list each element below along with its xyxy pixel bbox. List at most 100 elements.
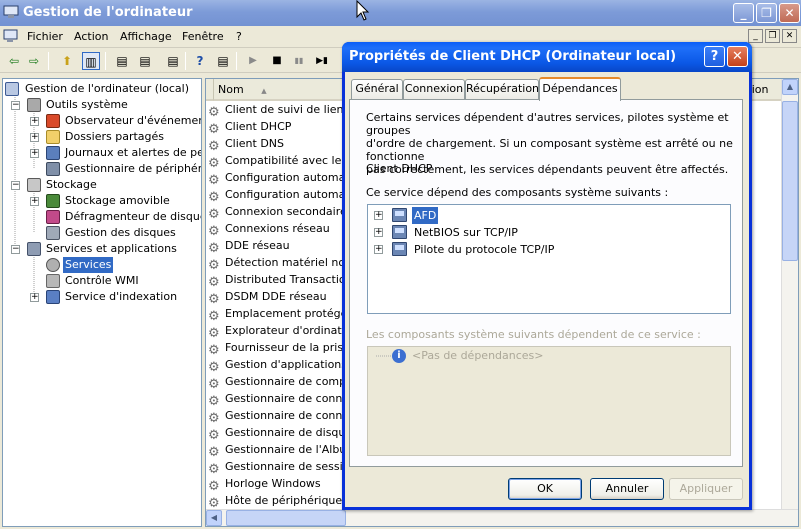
dependency-item[interactable]: + Pilote du protocole TCP/IP (374, 241, 714, 258)
restore-button[interactable]: ❐ (756, 3, 777, 23)
minimize-button[interactable]: _ (733, 3, 754, 23)
window-title: Gestion de l'ordinateur (23, 5, 193, 20)
show-tree-icon[interactable]: ▥ (82, 52, 100, 70)
service-row[interactable]: ⚙ Client de suivi de lien dis (208, 101, 363, 120)
service-row[interactable]: ⚙ Client DHCP (208, 118, 292, 137)
service-row[interactable]: ⚙ Hôte de périphérique un (208, 492, 360, 511)
service-name: Hôte de périphérique un (225, 494, 360, 507)
menu-fichier[interactable]: Fichier (27, 30, 63, 43)
menu-help[interactable]: ? (236, 30, 242, 43)
expand-icon[interactable]: + (30, 197, 39, 206)
refresh-icon[interactable]: ▤ (164, 52, 182, 70)
expand-icon[interactable]: + (30, 133, 39, 142)
expand-icon[interactable]: + (30, 117, 39, 126)
dialog-help-button[interactable]: ? (704, 46, 725, 67)
expand-icon[interactable]: + (374, 228, 383, 237)
collapse-icon[interactable]: − (11, 181, 20, 190)
expand-icon[interactable]: + (30, 149, 39, 158)
scroll-thumb[interactable] (782, 101, 798, 261)
storage-icon (27, 178, 41, 192)
service-row[interactable]: ⚙ DSDM DDE réseau (208, 288, 327, 307)
no-dependencies-text: <Pas de dépendances> (412, 349, 544, 362)
help-icon[interactable]: ? (191, 52, 209, 70)
stop-service-icon[interactable]: ■ (268, 52, 286, 70)
service-row[interactable]: ⚙ Client DNS (208, 135, 284, 154)
service-name: Connexion secondaire (225, 205, 347, 218)
services-icon (46, 258, 60, 272)
computer-icon (5, 82, 19, 96)
service-row[interactable]: ⚙ Connexions réseau (208, 220, 330, 239)
up-folder-icon[interactable]: ⬆ (58, 52, 76, 70)
service-row[interactable]: ⚙ Configuration automatiq (208, 169, 360, 188)
service-row[interactable]: ⚙ Gestionnaire de l'Album (208, 441, 357, 460)
menu-affichage[interactable]: Affichage (120, 30, 172, 43)
menu-action[interactable]: Action (74, 30, 108, 43)
service-name: Client DHCP (366, 162, 433, 175)
apply-button[interactable]: Appliquer (669, 478, 743, 500)
tab-recuperation[interactable]: Récupération (465, 79, 539, 99)
service-name: Gestionnaire de session (225, 460, 357, 473)
console-tree[interactable]: Gestion de l'ordinateur (local) − Outils… (2, 78, 202, 527)
service-row[interactable]: ⚙ Gestionnaire de session (208, 458, 357, 477)
mmc-doc-icon[interactable] (3, 29, 19, 43)
tab-connexion[interactable]: Connexion (403, 79, 465, 99)
service-component-icon (392, 225, 407, 239)
back-arrow-icon[interactable]: ⇦ (5, 52, 23, 70)
service-row[interactable]: ⚙ Connexion secondaire (208, 203, 347, 222)
menu-fenetre[interactable]: Fenêtre (182, 30, 224, 43)
main-titlebar[interactable]: Gestion de l'ordinateur _ ❐ ✕ (0, 0, 801, 26)
dialog-titlebar[interactable]: Propriétés de Client DHCP (Ordinateur lo… (342, 42, 752, 72)
mdi-close-button[interactable]: ✕ (782, 29, 797, 43)
tab-general[interactable]: Général (351, 79, 403, 99)
sort-arrow-icon: ▲ (261, 87, 267, 95)
service-row[interactable]: ⚙ Gestion d'applications (208, 356, 347, 375)
toolbar-separator (105, 52, 106, 70)
dependency-item[interactable]: + AFD (374, 207, 714, 224)
service-row[interactable]: ⚙ DDE réseau (208, 237, 290, 256)
expand-icon[interactable]: + (30, 293, 39, 302)
service-name: Client DHCP (225, 120, 292, 133)
vertical-scrollbar[interactable]: ▲ (781, 79, 798, 526)
expand-icon[interactable]: + (374, 211, 383, 220)
computer-management-icon (3, 5, 19, 19)
service-row[interactable]: ⚙ Horloge Windows (208, 475, 321, 494)
close-button[interactable]: ✕ (779, 3, 800, 23)
service-component-icon (392, 242, 407, 256)
dependency-item[interactable]: + NetBIOS sur TCP/IP (374, 224, 714, 241)
expand-icon[interactable]: + (374, 245, 383, 254)
snapin-icon[interactable]: ▤ (214, 52, 232, 70)
horizontal-scrollbar[interactable]: ◀ (206, 509, 798, 526)
properties-dialog: Propriétés de Client DHCP (Ordinateur lo… (342, 42, 752, 510)
mdi-minimize-button[interactable]: _ (748, 29, 763, 43)
scroll-h-thumb[interactable] (226, 510, 346, 526)
scroll-up-button[interactable]: ▲ (782, 79, 798, 95)
properties-icon[interactable]: ▤ (136, 52, 154, 70)
scroll-left-button[interactable]: ◀ (206, 510, 222, 526)
tab-dependances[interactable]: Dépendances (539, 77, 621, 101)
service-row[interactable]: ⚙ Gestionnaire de comptes (208, 373, 363, 392)
shared-folders-icon (46, 130, 60, 144)
column-header-spacer (206, 79, 214, 101)
service-row[interactable]: ⚙ Emplacement protégé (208, 305, 347, 324)
service-name: Configuration automatiq (225, 171, 360, 184)
dialog-title: Propriétés de Client DHCP (Ordinateur lo… (349, 49, 677, 64)
perf-logs-icon (46, 146, 60, 160)
ok-button[interactable]: OK (508, 478, 582, 500)
cancel-button[interactable]: Annuler (590, 478, 664, 500)
pause-service-icon[interactable]: ▮▮ (290, 52, 308, 70)
forward-arrow-icon[interactable]: ⇨ (25, 52, 43, 70)
depends-on-tree[interactable]: + AFD + NetBIOS sur TCP/IP + Pilote du p… (367, 204, 731, 314)
defrag-icon (46, 210, 60, 224)
collapse-icon[interactable]: − (11, 101, 20, 110)
event-viewer-icon (46, 114, 60, 128)
restart-service-icon[interactable]: ▶▮ (313, 52, 331, 70)
service-row[interactable]: ⚙ Distributed Transaction C (208, 271, 364, 290)
mdi-restore-button[interactable]: ❐ (765, 29, 780, 43)
collapse-icon[interactable]: − (11, 245, 20, 254)
export-list-icon[interactable]: ▤ (113, 52, 131, 70)
service-row[interactable]: ⚙ Configuration automatiq (208, 186, 360, 205)
toolbar-separator (48, 52, 49, 70)
depends-on-label: Ce service dépend des composants système… (366, 186, 669, 199)
start-service-icon[interactable]: ▶ (244, 52, 262, 70)
dialog-close-button[interactable]: ✕ (727, 46, 748, 67)
